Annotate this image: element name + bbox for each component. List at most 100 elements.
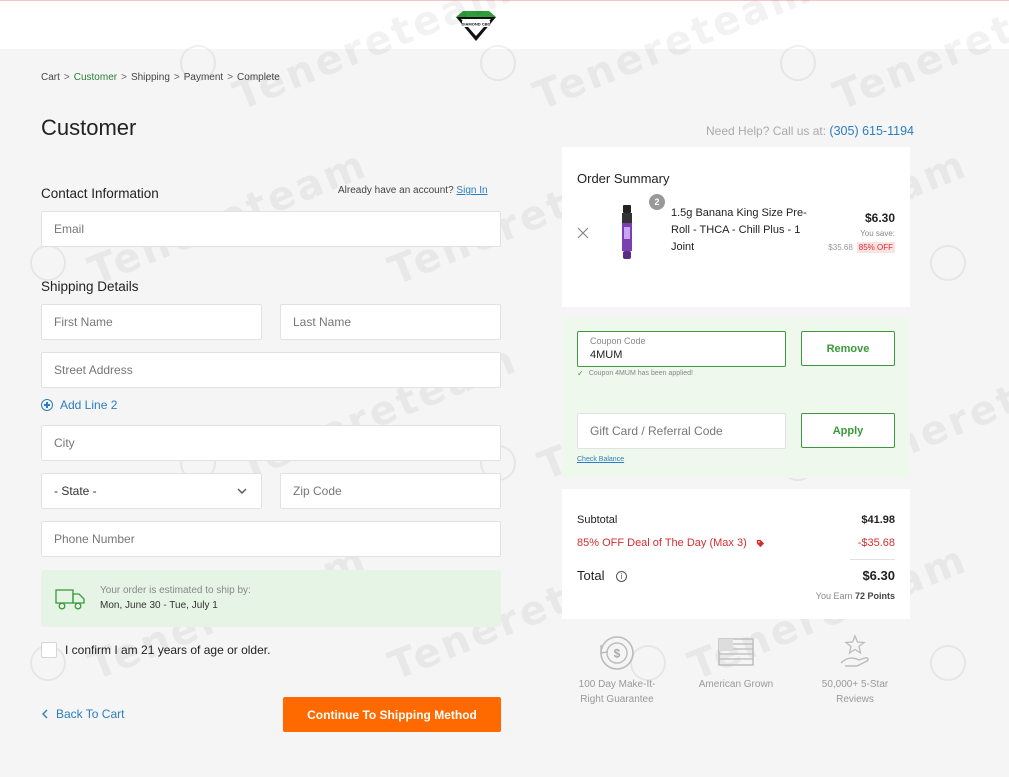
breadcrumb-separator: > [173,72,180,83]
remove-coupon-button[interactable]: Remove [801,331,895,366]
american-grown-badge: American Grown [681,633,791,692]
logo-text: DIAMOND CBD [462,22,491,27]
points-earned: You Earn 72 Points [816,591,895,601]
breadcrumb-separator: > [227,72,234,83]
check-balance-link[interactable]: Check Balance [577,456,624,463]
savings-row: $35.68 85% OFF [828,242,895,253]
watermark-badge [930,645,966,681]
chevron-left-icon [42,709,48,719]
coupon-panel: Coupon Code 4MUM Remove ✓ Coupon 4MUM ha… [562,318,910,478]
email-field[interactable]: Email [41,211,501,247]
street-address-field[interactable]: Street Address [41,352,501,388]
item-quantity-badge: 2 [649,194,665,210]
coupon-code-value: 4MUM [590,349,623,361]
info-icon[interactable]: i [616,571,628,583]
deal-value: -$35.68 [857,537,895,549]
deal-row: 85% OFF Deal of The Day (Max 3) -$35.68 [577,537,895,549]
subtotal-value: $41.98 [861,514,895,526]
coupon-code-field[interactable]: Coupon Code 4MUM [577,331,786,367]
discount-badge: 85% OFF [856,242,895,253]
item-name: 1.5g Banana King Size Pre-Roll - THCA - … [671,207,807,253]
first-name-placeholder: First Name [54,315,113,329]
age-checkbox[interactable] [41,642,57,658]
reviews-badge: 50,000+ 5-Star Reviews [800,633,910,707]
breadcrumb-shipping: Shipping [130,72,170,83]
diamond-cbd-logo[interactable]: DIAMOND CBD [453,9,499,43]
account-prompt: Already have an account? [338,185,454,196]
subtotal-label: Subtotal [577,514,618,526]
reviews-line1: 50,000+ 5-Star [821,679,889,690]
sign-in-link[interactable]: Sign In [456,185,487,196]
contact-title: Contact Information [41,186,159,201]
totals-divider [850,559,895,560]
watermark-badge [930,245,966,281]
shipping-title: Shipping Details [41,279,139,294]
money-back-icon: $ [600,636,634,670]
watermark-badge [30,245,66,281]
phone-number-field[interactable]: Phone Number [41,521,501,557]
ship-estimate-label: Your order is estimated to ship by: [100,585,251,596]
breadcrumb-separator: > [121,72,127,83]
order-summary-panel: Order Summary 2 1.5g Banana King Size Pr… [562,147,910,307]
zip-code-placeholder: Zip Code [293,484,342,498]
account-prompt-line: Already have an account? Sign In [338,185,488,196]
breadcrumb-cart[interactable]: Cart [41,72,60,83]
phone-number-placeholder: Phone Number [54,532,135,546]
age-confirm[interactable]: I confirm I am 21 years of age or older. [41,642,270,658]
truck-icon [55,589,85,610]
last-name-field[interactable]: Last Name [280,304,501,340]
earn-points: 72 Points [854,591,895,601]
watermark-badge [780,45,816,81]
add-line-2-label: Add Line 2 [60,398,118,412]
coupon-applied-message: ✓ Coupon 4MUM has been applied! [577,369,693,378]
first-name-field[interactable]: First Name [41,304,262,340]
breadcrumb: Cart > Customer > Shipping > Payment > C… [41,72,280,83]
you-save-label: You save: [860,229,895,238]
continue-to-shipping-button[interactable]: Continue To Shipping Method [283,697,501,732]
apply-gift-button[interactable]: Apply [801,413,895,448]
coupon-code-label: Coupon Code [590,336,646,346]
back-to-cart-label: Back To Cart [56,707,125,721]
star-hand-icon [840,634,869,667]
breadcrumb-separator: > [63,72,70,83]
order-summary-title: Order Summary [577,171,670,186]
help-phone-link[interactable]: (305) 615-1194 [829,124,914,138]
email-placeholder: Email [54,222,85,236]
remove-item-icon[interactable] [576,226,590,240]
american-grown-label: American Grown [698,679,774,690]
street-address-placeholder: Street Address [54,363,133,377]
product-thumbnail [622,205,632,259]
deal-label: 85% OFF Deal of The Day (Max 3) [577,537,747,549]
reviews-line2: Reviews [836,694,874,705]
coupon-applied-text: Coupon 4MUM has been applied! [588,370,693,377]
breadcrumb-payment: Payment [183,72,224,83]
help-prefix: Need Help? Call us at: [706,124,827,138]
zip-code-field[interactable]: Zip Code [280,473,501,509]
add-line-2-button[interactable]: Add Line 2 [41,398,117,412]
us-flag-icon [718,638,754,666]
city-field[interactable]: City [41,425,501,461]
breadcrumb-customer: Customer [73,72,118,83]
guarantee-badge: $ 100 Day Make-It- Right Guarantee [562,633,672,707]
total-label: Total [577,568,605,583]
ship-estimate-box: Your order is estimated to ship by: Mon,… [41,570,501,627]
state-select[interactable]: - State - [41,473,262,509]
chevron-down-icon [237,488,247,494]
gift-card-field[interactable]: Gift Card / Referral Code [577,413,786,449]
guarantee-line1: 100 Day Make-It- [578,679,656,690]
total-row: Total i $6.30 [577,568,895,583]
gift-card-placeholder: Gift Card / Referral Code [590,424,723,438]
state-selected-value: - State - [54,484,97,498]
back-to-cart-link[interactable]: Back To Cart [41,707,124,721]
item-price: $6.30 [864,211,895,225]
watermark-badge [480,45,516,81]
guarantee-line2: Right Guarantee [580,694,654,705]
page-title: Customer [41,115,137,140]
site-header: DIAMOND CBD [0,0,1009,49]
svg-text:$: $ [614,647,621,661]
earn-prefix: You Earn [815,591,853,601]
check-icon: ✓ [577,369,584,378]
plus-circle-icon [41,399,53,411]
city-placeholder: City [54,436,75,450]
age-confirm-label: I confirm I am 21 years of age or older. [65,643,271,657]
